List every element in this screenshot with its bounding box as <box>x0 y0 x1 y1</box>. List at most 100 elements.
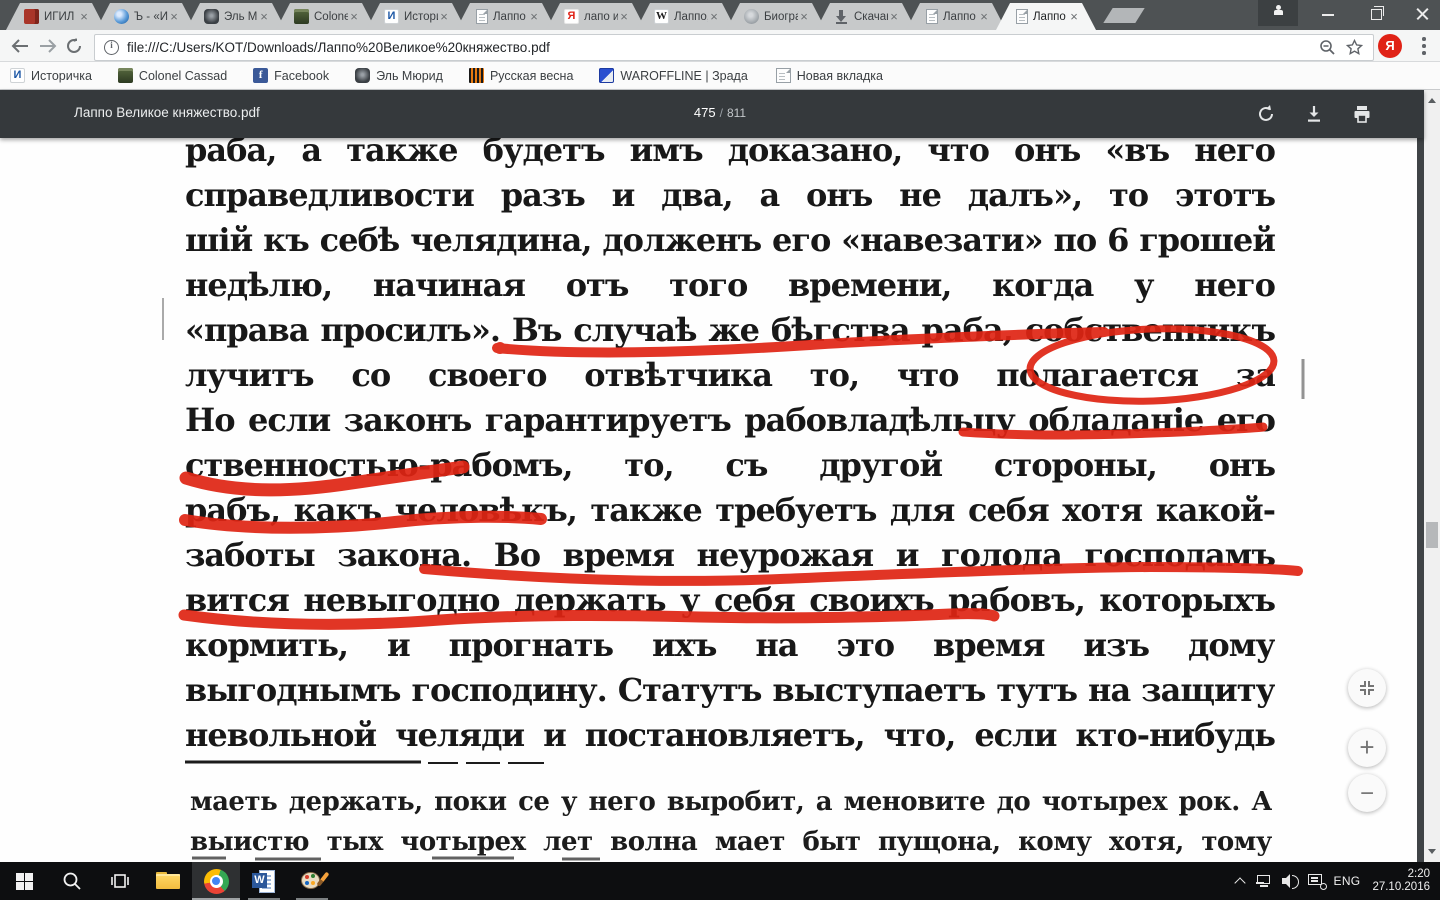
forward-icon[interactable] <box>38 38 58 54</box>
tab-close-icon[interactable] <box>1068 11 1080 23</box>
rotate-icon[interactable] <box>1256 104 1276 124</box>
pdf-toolbar: Лаппо Великое княжество.pdf 475/811 <box>0 90 1424 138</box>
back-icon[interactable] <box>10 38 30 54</box>
bookmark-russkaya-vesna[interactable]: Русская весна <box>469 68 573 83</box>
windows-logo-icon <box>16 873 33 890</box>
tab-colonel-cassad[interactable]: Colone <box>276 3 376 30</box>
tab-close-icon[interactable] <box>528 11 540 23</box>
tab-wikipedia[interactable]: WЛаппо, <box>636 3 736 30</box>
volume-icon[interactable] <box>1282 874 1299 888</box>
tab-lappo-2[interactable]: Лаппо <box>906 3 1006 30</box>
scroll-up-icon[interactable] <box>1428 98 1436 103</box>
downloads-icon <box>834 9 849 24</box>
tab-igil[interactable]: ИГИЛ в <box>6 3 106 30</box>
fit-page-button[interactable] <box>1348 669 1386 707</box>
scroll-down-icon[interactable] <box>1428 849 1436 854</box>
desktop-screen: ИГИЛ в Ъ - «Ис Эль Мю Colone ИИстори Лап… <box>0 0 1440 900</box>
address-bar[interactable]: file:///C:/Users/KOT/Downloads/Лаппо%20В… <box>94 34 1374 61</box>
task-view-button[interactable] <box>96 862 144 900</box>
profile-button[interactable] <box>1258 0 1298 26</box>
bookmark-star-icon[interactable] <box>1346 39 1363 56</box>
zoom-out-button[interactable] <box>1348 774 1386 812</box>
zoom-out-page-icon[interactable] <box>1319 39 1336 56</box>
tab-label: Лаппо <box>1033 11 1068 23</box>
red-underline-possession <box>963 427 1263 435</box>
yandex-extension-icon[interactable]: Я <box>1378 34 1402 58</box>
paint-icon <box>300 869 324 893</box>
page-current[interactable]: 475 <box>694 105 716 120</box>
folder-icon <box>156 872 180 890</box>
pdf-title: Лаппо Великое княжество.pdf <box>74 105 260 120</box>
reload-icon[interactable] <box>66 38 83 54</box>
file-explorer-button[interactable] <box>144 862 192 900</box>
tab-istorichka[interactable]: ИИстори <box>366 3 466 30</box>
tab-label: Скачан <box>854 11 888 23</box>
bookmark-facebook[interactable]: fFacebook <box>253 68 329 83</box>
minimize-button[interactable] <box>1306 0 1350 28</box>
taskbar-search-button[interactable] <box>48 862 96 900</box>
tab-label: Лаппо <box>493 11 528 23</box>
page-info-icon[interactable] <box>104 40 119 55</box>
tab-label: Биогра <box>764 11 798 23</box>
download-icon[interactable] <box>1304 104 1324 124</box>
tab-close-icon[interactable] <box>798 11 810 23</box>
start-button[interactable] <box>0 862 48 900</box>
tab-label: Лаппо, <box>674 11 708 23</box>
network-icon[interactable] <box>1255 874 1273 888</box>
waroffline-icon <box>599 68 614 83</box>
tab-downloads[interactable]: Скачан <box>816 3 916 30</box>
tab-lappo-active[interactable]: Лаппо <box>996 3 1096 30</box>
tab-close-icon[interactable] <box>438 11 450 23</box>
scrollbar[interactable] <box>1424 90 1440 862</box>
bookmark-el-murid[interactable]: Эль Мюрид <box>355 68 443 83</box>
clipped-line-fragment <box>192 858 600 859</box>
tab-label: Colone <box>314 11 348 23</box>
new-tab-button[interactable] <box>1103 8 1144 23</box>
action-center-icon[interactable] <box>1308 874 1325 888</box>
bookmark-new-tab[interactable]: Новая вкладка <box>774 68 883 83</box>
pdf-background-strip <box>1417 138 1424 862</box>
tab-close-icon[interactable] <box>258 11 270 23</box>
browser-menu-icon[interactable] <box>1422 37 1426 55</box>
tab-strip: ИГИЛ в Ъ - «Ис Эль Мю Colone ИИстори Лап… <box>0 0 1440 30</box>
tab-yandex-search[interactable]: Ялапо и <box>546 3 646 30</box>
tab-label: лапо и <box>584 11 618 23</box>
lantern-icon <box>204 9 219 24</box>
tab-close-icon[interactable] <box>708 11 720 23</box>
ribbon-icon <box>469 68 484 83</box>
clock[interactable]: 2:20 27.10.2016 <box>1372 868 1430 894</box>
igil-site-icon <box>24 9 39 24</box>
bookmark-colonel-cassad[interactable]: Colonel Cassad <box>118 68 227 83</box>
taskbar: W ENG 2:20 27.10.2016 <box>0 862 1440 900</box>
tab-biography[interactable]: Биогра <box>726 3 826 30</box>
tray-time: 2:20 <box>1408 868 1430 880</box>
language-indicator[interactable]: ENG <box>1334 874 1361 888</box>
close-button[interactable] <box>1400 0 1440 28</box>
tab-label: Эль Мю <box>224 11 258 23</box>
tab-lappo-1[interactable]: Лаппо <box>456 3 556 30</box>
url-text[interactable]: file:///C:/Users/KOT/Downloads/Лаппо%20В… <box>127 40 1319 55</box>
tab-el-murid[interactable]: Эль Мю <box>186 3 286 30</box>
tab-close-icon[interactable] <box>348 11 360 23</box>
zoom-in-button[interactable] <box>1348 729 1386 767</box>
cassad-icon <box>118 68 133 83</box>
cassad-icon <box>294 9 309 24</box>
tab-close-icon[interactable] <box>168 11 180 23</box>
bookmark-waroffline[interactable]: WAROFFLINE | Зрада <box>599 68 747 83</box>
word-button[interactable]: W <box>240 862 288 900</box>
bookmark-istorichka[interactable]: ИИсторичка <box>10 68 92 83</box>
document-icon <box>1016 9 1028 24</box>
paint-button[interactable] <box>288 862 336 900</box>
tab-close-icon[interactable] <box>888 11 900 23</box>
tab-close-icon[interactable] <box>618 11 630 23</box>
tab-close-icon[interactable] <box>78 11 90 23</box>
chrome-button[interactable] <box>192 862 240 900</box>
scrollbar-thumb[interactable] <box>1426 522 1438 548</box>
istorichka-icon: И <box>384 9 399 24</box>
tab-kommersant[interactable]: Ъ - «Ис <box>96 3 196 30</box>
tray-expand-icon[interactable] <box>1236 876 1246 886</box>
tab-close-icon[interactable] <box>978 11 990 23</box>
document-icon <box>476 9 488 24</box>
print-icon[interactable] <box>1352 104 1372 124</box>
restore-button[interactable] <box>1354 0 1398 28</box>
